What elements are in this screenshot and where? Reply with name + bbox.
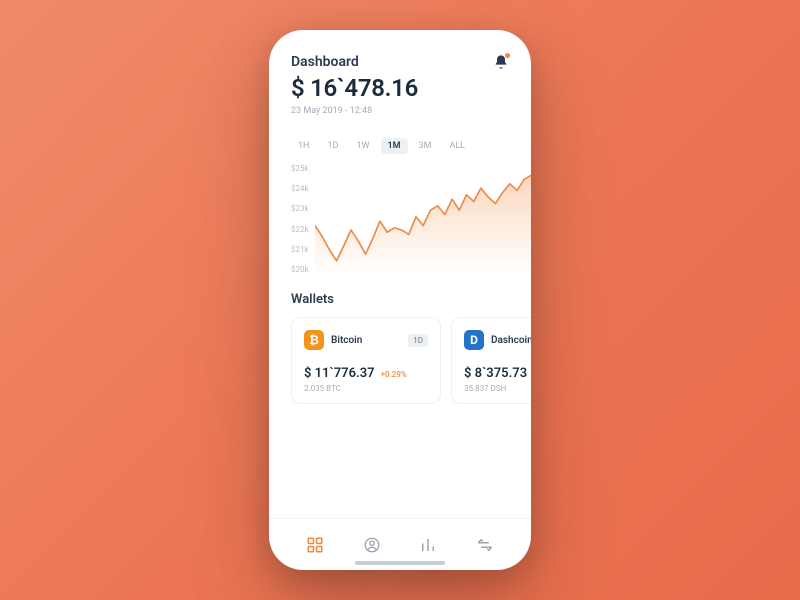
user-icon [363, 536, 381, 554]
wallet-card-dashcoin[interactable]: D Dashcoin $ 8`375.73 35.837 DSH [451, 317, 531, 404]
header: Dashboard $ 16`478.16 23 May 2019 - 12:4… [291, 54, 509, 116]
header-left: Dashboard $ 16`478.16 23 May 2019 - 12:4… [291, 54, 418, 116]
range-1w[interactable]: 1W [349, 138, 376, 154]
y-tick: $20k [291, 265, 309, 274]
notification-dot [505, 53, 510, 58]
grid-icon [306, 536, 324, 554]
wallet-holdings: 2.035 BTC [304, 384, 428, 393]
chart-canvas [315, 164, 531, 274]
y-tick: $22k [291, 225, 309, 234]
range-all[interactable]: ALL [442, 138, 472, 154]
wallet-name: Dashcoin [491, 335, 531, 346]
y-tick: $24k [291, 184, 309, 193]
bitcoin-icon: ₿ [304, 330, 324, 350]
tab-transfer[interactable] [470, 530, 500, 560]
main-content: Dashboard $ 16`478.16 23 May 2019 - 12:4… [269, 30, 531, 518]
swap-icon [476, 536, 494, 554]
wallet-badge: 1D [408, 334, 428, 347]
bar-chart-icon [419, 536, 437, 554]
tab-stats[interactable] [413, 530, 443, 560]
total-balance: $ 16`478.16 [291, 74, 418, 102]
y-tick: $23k [291, 204, 309, 213]
wallets-heading: Wallets [291, 292, 509, 307]
wallet-name: Bitcoin [331, 335, 401, 346]
y-tick: $21k [291, 245, 309, 254]
timestamp: 23 May 2019 - 12:48 [291, 106, 418, 116]
tab-dashboard[interactable] [300, 530, 330, 560]
tab-profile[interactable] [357, 530, 387, 560]
range-1d[interactable]: 1D [320, 138, 345, 154]
page-title: Dashboard [291, 54, 418, 70]
notifications-button[interactable] [493, 54, 509, 74]
range-1m[interactable]: 1M [381, 138, 408, 154]
wallets-row: ₿ Bitcoin 1D $ 11`776.37 +0.29% 2.035 BT… [291, 317, 531, 404]
portfolio-chart: $25k $24k $23k $22k $21k $20k [291, 164, 531, 274]
y-tick: $25k [291, 164, 309, 173]
phone-frame: Dashboard $ 16`478.16 23 May 2019 - 12:4… [269, 30, 531, 570]
time-range-selector: 1H 1D 1W 1M 3M ALL [291, 138, 509, 154]
wallet-holdings: 35.837 DSH [464, 384, 531, 393]
dashcoin-icon: D [464, 330, 484, 350]
home-indicator [355, 561, 445, 565]
range-3m[interactable]: 3M [412, 138, 439, 154]
range-1h[interactable]: 1H [291, 138, 316, 154]
wallet-change: +0.29% [381, 370, 407, 379]
wallet-value: $ 8`375.73 [464, 366, 527, 381]
wallet-value: $ 11`776.37 [304, 366, 375, 381]
wallet-card-bitcoin[interactable]: ₿ Bitcoin 1D $ 11`776.37 +0.29% 2.035 BT… [291, 317, 441, 404]
chart-y-axis: $25k $24k $23k $22k $21k $20k [291, 164, 315, 274]
